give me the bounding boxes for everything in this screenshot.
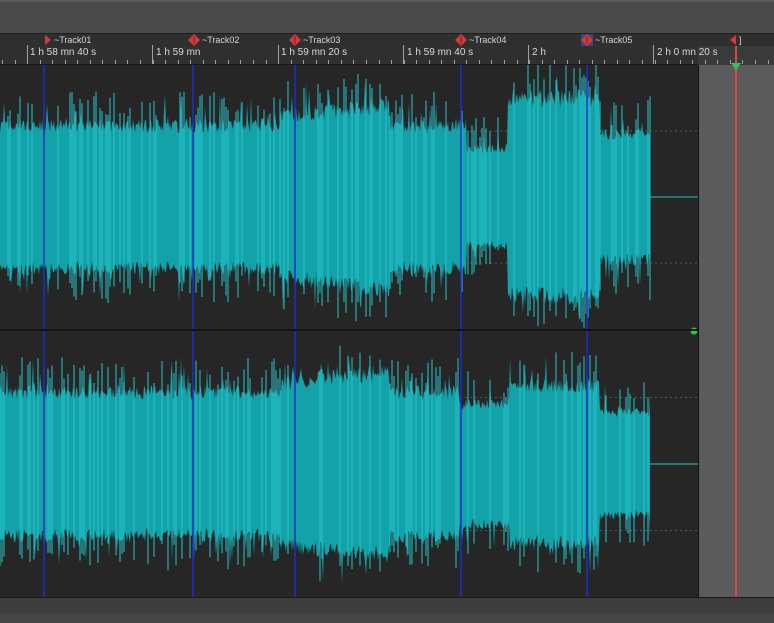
end-flag-icon (730, 35, 736, 45)
ruler-label: 1 h 59 mn 20 s (281, 47, 348, 58)
ruler-minor-tick (454, 60, 455, 64)
ruler-minor-tick (755, 60, 756, 64)
ruler-minor-tick (2, 60, 3, 64)
waveform-view[interactable] (0, 65, 698, 597)
ruler-minor-tick (278, 60, 279, 64)
ruler-minor-tick (642, 60, 643, 64)
ruler-label: 1 h 59 mn 40 s (407, 47, 474, 58)
ruler-minor-tick (266, 60, 267, 64)
ruler-minor-tick (768, 60, 769, 64)
ruler-minor-tick (27, 60, 28, 64)
channel-divider (0, 329, 698, 331)
ruler-minor-tick (178, 60, 179, 64)
ruler-minor-tick (190, 60, 191, 64)
ruler-minor-tick (542, 60, 543, 64)
ruler-minor-tick (554, 60, 555, 64)
ruler-minor-tick (680, 60, 681, 64)
marker-label: ~Track04 (469, 35, 507, 45)
ruler-minor-tick (291, 60, 292, 64)
ruler-minor-tick (629, 60, 630, 64)
ruler-minor-tick (655, 60, 656, 64)
marker-label: ] (739, 35, 742, 45)
ruler-minor-tick (253, 60, 254, 64)
ruler-minor-tick (667, 60, 668, 64)
ruler-minor-tick (203, 60, 204, 64)
diamond-marker-icon (188, 34, 200, 46)
left-channel-waveform (0, 65, 651, 328)
ruler-minor-tick (40, 60, 41, 64)
ruler-minor-tick (592, 60, 593, 64)
window-toolbar (0, 0, 774, 33)
ruler-minor-tick (115, 60, 116, 64)
ruler-minor-tick (717, 60, 718, 64)
ruler-label: 1 h 59 mn (156, 47, 201, 58)
ruler-major-tick (653, 45, 654, 64)
ruler-minor-tick (15, 60, 16, 64)
marker-bar[interactable]: ~Track01 ~Track02 ~Track03 ~Track04 ~Tra… (0, 33, 774, 46)
ruler-label: 2 h 0 mn 20 s (657, 47, 718, 58)
ruler-minor-tick (466, 60, 467, 64)
ruler-minor-tick (404, 60, 405, 64)
ruler-minor-tick (579, 60, 580, 64)
ruler-minor-tick (705, 60, 706, 64)
ruler-minor-tick (429, 60, 430, 64)
ruler-minor-tick (215, 60, 216, 64)
ruler-minor-tick (353, 60, 354, 64)
marker-label: ~Track03 (303, 35, 341, 45)
ruler-minor-tick (391, 60, 392, 64)
ruler-minor-tick (127, 60, 128, 64)
ruler-minor-tick (504, 60, 505, 64)
ruler-minor-tick (379, 60, 380, 64)
horizontal-scrollbar[interactable] (0, 597, 774, 613)
ruler-minor-tick (567, 60, 568, 64)
ruler-minor-tick (742, 60, 743, 64)
ruler-minor-tick (165, 60, 166, 64)
marker-label: ~Track05 (595, 35, 633, 45)
ruler-minor-tick (240, 60, 241, 64)
status-bar (0, 613, 774, 623)
ruler-minor-tick (90, 60, 91, 64)
ruler-minor-tick (416, 60, 417, 64)
marker-label: ~Track02 (202, 35, 240, 45)
ruler-minor-tick (65, 60, 66, 64)
ruler-minor-tick (52, 60, 53, 64)
ruler-label: 1 h 58 mn 40 s (30, 47, 97, 58)
start-flag-icon (45, 35, 51, 45)
ruler-minor-tick (604, 60, 605, 64)
waveform-canvas[interactable] (0, 65, 698, 597)
ruler-minor-tick (140, 60, 141, 64)
right-channel-waveform (0, 345, 650, 586)
ruler-minor-tick (341, 60, 342, 64)
ruler-label: 2 h (532, 47, 546, 58)
ruler-minor-tick (228, 60, 229, 64)
ruler-minor-tick (517, 60, 518, 64)
diamond-marker-icon (581, 34, 593, 46)
ruler-minor-tick (617, 60, 618, 64)
ruler-minor-tick (366, 60, 367, 64)
ruler-minor-tick (102, 60, 103, 64)
ruler-minor-tick (303, 60, 304, 64)
ruler-minor-tick (328, 60, 329, 64)
ruler-minor-tick (316, 60, 317, 64)
ruler-minor-tick (491, 60, 492, 64)
ruler-minor-tick (529, 60, 530, 64)
time-ruler[interactable]: 1 h 58 mn 40 s 1 h 59 mn 1 h 59 mn 20 s … (0, 45, 774, 65)
marker-label: ~Track01 (54, 35, 92, 45)
ruler-minor-tick (77, 60, 78, 64)
ruler-minor-tick (153, 60, 154, 64)
ruler-minor-tick (441, 60, 442, 64)
diamond-marker-icon (289, 34, 301, 46)
ruler-minor-tick (479, 60, 480, 64)
diamond-marker-icon (455, 34, 467, 46)
ruler-minor-tick (692, 60, 693, 64)
playback-cursor[interactable] (735, 46, 737, 597)
cursor-handle-icon[interactable] (731, 63, 741, 71)
